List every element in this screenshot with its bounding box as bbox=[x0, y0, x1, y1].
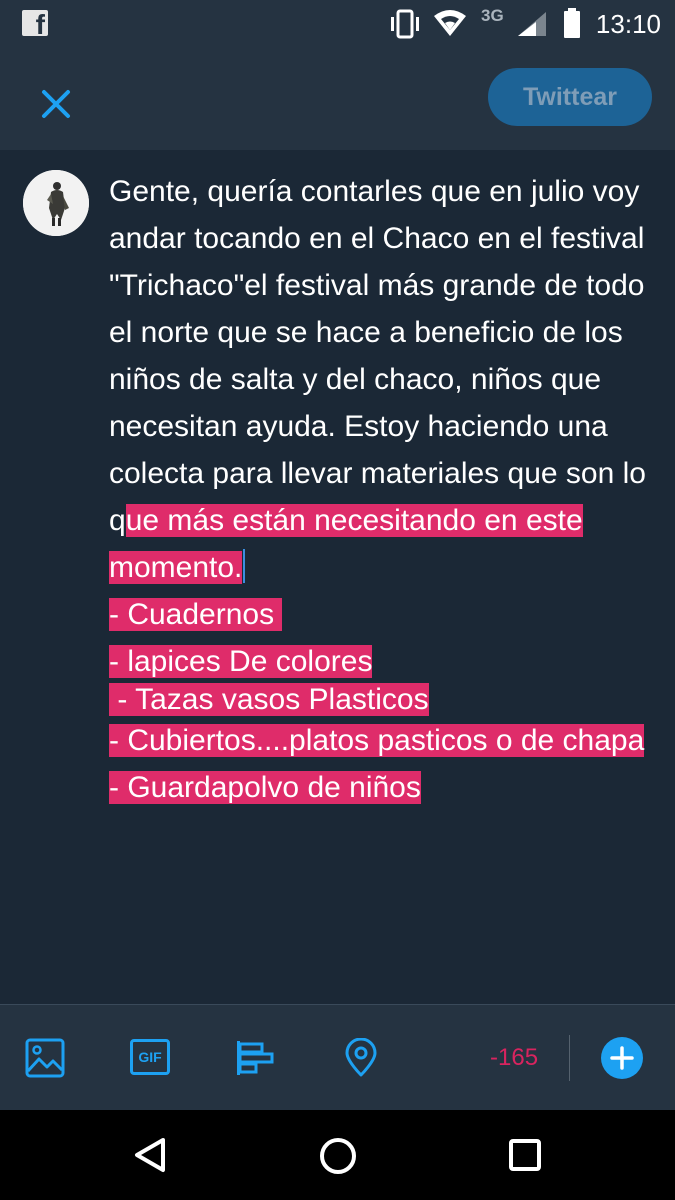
character-count: -165 bbox=[490, 1044, 539, 1071]
selected-line-5: - Guardapolvo de niños bbox=[109, 771, 421, 804]
selection-line: - Cuadernos bbox=[109, 591, 659, 638]
system-navigation-bar bbox=[0, 1110, 675, 1200]
selected-line-3: - Tazas vasos Plasticos bbox=[109, 683, 429, 716]
gif-icon[interactable]: GIF bbox=[130, 1039, 170, 1075]
selection-line: - Tazas vasos Plasticos bbox=[109, 681, 659, 718]
text-cursor bbox=[243, 549, 246, 583]
selected-line-2: - lapices De colores bbox=[109, 645, 373, 678]
wifi-icon bbox=[434, 10, 466, 36]
tweet-button[interactable]: Twittear bbox=[488, 68, 652, 126]
toolbar-divider bbox=[569, 1035, 570, 1081]
add-tweet-button[interactable] bbox=[601, 1037, 643, 1079]
selection-line: - Cubiertos....platos pasticos o de chap… bbox=[109, 718, 659, 764]
recents-icon[interactable] bbox=[508, 1138, 542, 1172]
close-icon[interactable] bbox=[38, 86, 74, 122]
selected-line-4: - Cubiertos....platos pasticos o de chap… bbox=[109, 724, 645, 757]
compose-toolbar bbox=[0, 1004, 675, 1111]
battery-icon bbox=[564, 8, 580, 38]
avatar-image bbox=[23, 170, 89, 236]
signal-icon bbox=[518, 12, 546, 36]
tweet-text-plain: Gente, quería contarles que en julio voy… bbox=[109, 175, 646, 537]
facebook-icon: f bbox=[22, 10, 48, 39]
location-icon[interactable] bbox=[341, 1038, 381, 1078]
tweet-compose-text[interactable]: Gente, quería contarles que en julio voy… bbox=[109, 168, 659, 811]
home-icon[interactable] bbox=[319, 1137, 357, 1175]
add-icon bbox=[610, 1046, 634, 1070]
image-icon[interactable] bbox=[25, 1038, 65, 1078]
tweet-text-paragraph: Gente, quería contarles que en julio voy… bbox=[109, 168, 659, 591]
selected-line-1: - Cuadernos bbox=[109, 598, 283, 631]
gif-label: GIF bbox=[138, 1049, 162, 1065]
avatar[interactable] bbox=[23, 170, 89, 236]
vibrate-icon bbox=[391, 9, 419, 39]
poll-icon[interactable] bbox=[235, 1038, 275, 1078]
back-icon[interactable] bbox=[133, 1136, 167, 1174]
status-bar: f 3G 13:10 bbox=[0, 0, 675, 48]
tweet-text-selection-lead: ue más están necesitando en este momento… bbox=[109, 504, 583, 584]
selection-line: - lapices De colores bbox=[109, 638, 659, 685]
selection-line: - Guardapolvo de niños bbox=[109, 764, 659, 811]
status-time: 13:10 bbox=[595, 9, 661, 39]
network-type: 3G bbox=[481, 6, 504, 25]
